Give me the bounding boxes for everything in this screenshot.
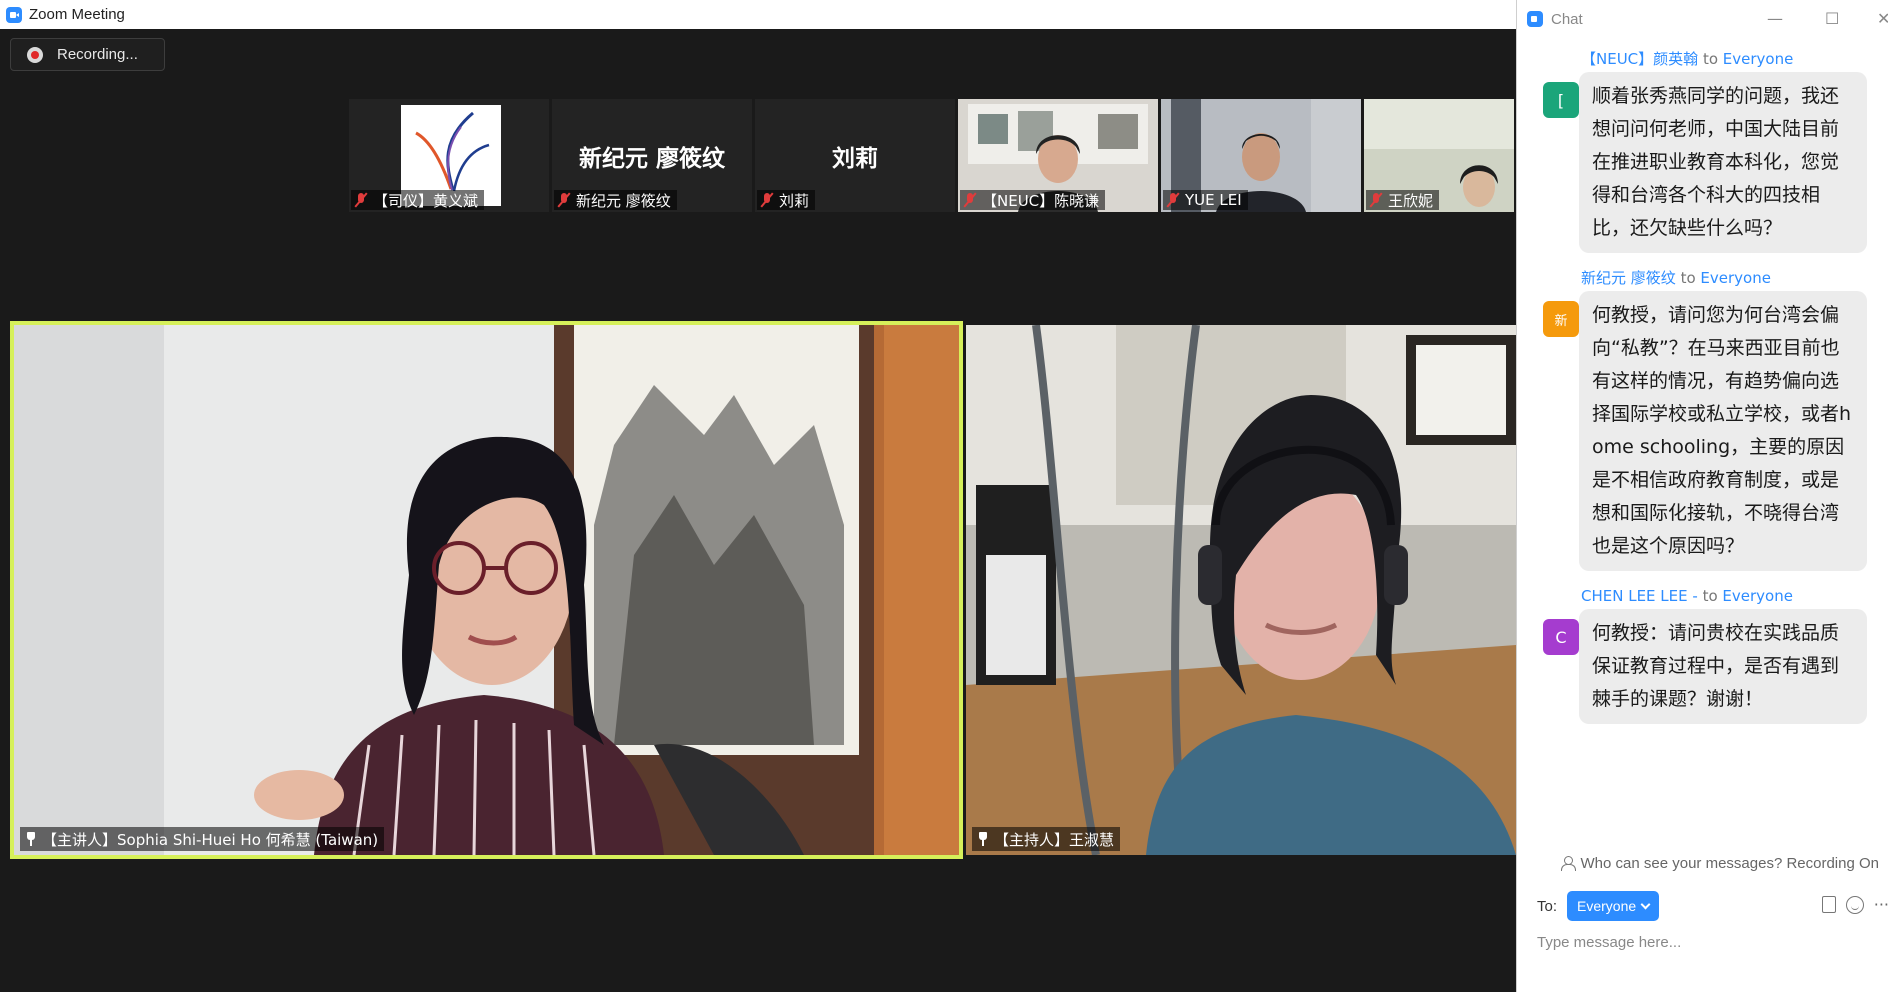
participant-display-name: 刘莉 bbox=[832, 146, 878, 172]
speaker-name: 【主讲人】Sophia Shi-Huei Ho 何希慧 (Taiwan) bbox=[42, 830, 379, 849]
chat-message: CHEN LEE LEE - to Everyone C 何教授：请问贵校在实践… bbox=[1517, 585, 1888, 724]
gallery-strip: 【司仪】黄义斌 新纪元 廖筱纹 新纪元 廖筱纹 刘莉 刘莉 【NEUC】陈晓谦 … bbox=[349, 99, 1514, 212]
zoom-app: Zoom Meeting Recording... 【司仪】黄义斌 新纪元 廖筱… bbox=[0, 0, 1888, 992]
emoji-icon[interactable] bbox=[1845, 896, 1864, 914]
participant-tile[interactable]: 王欣妮 bbox=[1364, 99, 1514, 212]
mic-muted-icon bbox=[761, 193, 773, 207]
message-bubble: 何教授：请问贵校在实践品质保证教育过程中，是否有遇到棘手的课题？谢谢！ bbox=[1579, 609, 1867, 724]
message-to-word: to bbox=[1680, 269, 1696, 287]
pin-icon bbox=[26, 832, 36, 846]
message-sender[interactable]: CHEN LEE LEE - bbox=[1581, 587, 1698, 605]
host-name-label: 【主持人】王淑慧 bbox=[972, 827, 1121, 851]
maximize-icon[interactable]: ☐ bbox=[1825, 9, 1839, 28]
participant-tile[interactable]: 【司仪】黄义斌 bbox=[349, 99, 549, 212]
message-header: 新纪元 廖筱纹 to Everyone bbox=[1581, 267, 1888, 289]
mic-muted-icon bbox=[355, 193, 367, 207]
mic-muted-icon bbox=[964, 193, 976, 207]
chat-message-list[interactable]: 【NEUC】颜英翰 to Everyone [ 顺着张秀燕同学的问题，我还想问问… bbox=[1517, 48, 1888, 848]
message-bubble: 何教授，请问您为何台湾会偏向“私教”？在马来西亚目前也有这样的情况，有趋势偏向选… bbox=[1579, 291, 1867, 571]
participant-name-label: 【NEUC】陈晓谦 bbox=[960, 190, 1106, 210]
more-icon[interactable]: ··· bbox=[1874, 896, 1888, 914]
participant-name: 王欣妮 bbox=[1388, 191, 1434, 210]
minimize-icon[interactable]: — bbox=[1767, 9, 1783, 28]
message-visibility-notice[interactable]: Who can see your messages? Recording On bbox=[1517, 850, 1888, 876]
compose-toolbar: To: Everyone ··· bbox=[1517, 890, 1888, 922]
avatar: 新 bbox=[1543, 301, 1579, 337]
message-sender[interactable]: 新纪元 廖筱纹 bbox=[1581, 269, 1676, 287]
to-label: To: bbox=[1537, 897, 1558, 915]
participant-tile[interactable]: 【NEUC】陈晓谦 bbox=[958, 99, 1158, 212]
participant-name-label: YUE LEI bbox=[1163, 190, 1248, 210]
chat-title: Chat bbox=[1551, 10, 1583, 28]
zoom-logo-icon bbox=[1527, 11, 1543, 27]
chat-title-bar: Chat — ☐ ✕ bbox=[1517, 0, 1888, 38]
chevron-down-icon bbox=[1640, 899, 1651, 909]
mic-muted-icon bbox=[558, 193, 570, 207]
avatar: [ bbox=[1543, 82, 1579, 118]
participant-name: 新纪元 廖筱纹 bbox=[576, 191, 671, 210]
message-sender[interactable]: 【NEUC】颜英翰 bbox=[1581, 50, 1698, 68]
message-recipient[interactable]: Everyone bbox=[1722, 587, 1793, 605]
message-header: CHEN LEE LEE - to Everyone bbox=[1581, 585, 1888, 607]
participant-tile[interactable]: YUE LEI bbox=[1161, 99, 1361, 212]
participant-tile[interactable]: 刘莉 刘莉 bbox=[755, 99, 955, 212]
file-icon[interactable] bbox=[1821, 896, 1836, 913]
mic-muted-icon bbox=[1370, 193, 1382, 207]
participant-name-label: 新纪元 廖筱纹 bbox=[554, 190, 677, 210]
compose-tools: ··· bbox=[1821, 896, 1888, 914]
recipient-dropdown[interactable]: Everyone bbox=[1567, 891, 1660, 921]
message-header: 【NEUC】颜英翰 to Everyone bbox=[1581, 48, 1888, 70]
active-speaker-video[interactable]: 【主讲人】Sophia Shi-Huei Ho 何希慧 (Taiwan) bbox=[10, 321, 963, 859]
host-video-feed bbox=[966, 325, 1516, 855]
participant-display-name: 新纪元 廖筱纹 bbox=[578, 146, 725, 172]
recording-label: Recording... bbox=[57, 46, 138, 63]
message-recipient[interactable]: Everyone bbox=[1723, 50, 1794, 68]
recipient-value: Everyone bbox=[1577, 898, 1637, 914]
participant-name-label: 刘莉 bbox=[757, 190, 816, 210]
chat-panel: Chat — ☐ ✕ 【NEUC】颜英翰 to Everyone [ 顺着张秀燕… bbox=[1516, 0, 1888, 992]
participant-name: 【NEUC】陈晓谦 bbox=[982, 191, 1100, 210]
window-title: Zoom Meeting bbox=[29, 6, 125, 23]
message-to-word: to bbox=[1702, 50, 1718, 68]
participant-name-label: 王欣妮 bbox=[1366, 190, 1440, 210]
zoom-logo-icon bbox=[6, 6, 22, 23]
chat-message: 新纪元 廖筱纹 to Everyone 新 何教授，请问您为何台湾会偏向“私教”… bbox=[1517, 267, 1888, 571]
speaker-name-label: 【主讲人】Sophia Shi-Huei Ho 何希慧 (Taiwan) bbox=[20, 827, 385, 851]
close-icon[interactable]: ✕ bbox=[1877, 9, 1888, 28]
host-video[interactable]: 【主持人】王淑慧 bbox=[966, 325, 1516, 855]
meeting-window: Zoom Meeting Recording... 【司仪】黄义斌 新纪元 廖筱… bbox=[0, 0, 1516, 992]
mic-muted-icon bbox=[1167, 193, 1179, 207]
participant-tile[interactable]: 新纪元 廖筱纹 新纪元 廖筱纹 bbox=[552, 99, 752, 212]
pin-icon bbox=[978, 832, 988, 846]
participant-name: 【司仪】黄义斌 bbox=[373, 191, 479, 210]
participant-name: YUE LEI bbox=[1185, 191, 1242, 209]
recording-icon bbox=[27, 46, 43, 63]
recording-indicator[interactable]: Recording... bbox=[10, 38, 165, 71]
chat-message: 【NEUC】颜英翰 to Everyone [ 顺着张秀燕同学的问题，我还想问问… bbox=[1517, 48, 1888, 253]
avatar: C bbox=[1543, 619, 1579, 655]
participant-name-label: 【司仪】黄义斌 bbox=[351, 190, 485, 210]
person-icon bbox=[1560, 856, 1576, 871]
host-name: 【主持人】王淑慧 bbox=[994, 830, 1115, 849]
message-bubble: 顺着张秀燕同学的问题，我还想问问何老师，中国大陆目前在推进职业教育本科化，您觉得… bbox=[1579, 72, 1867, 253]
visibility-text: Who can see your messages? Recording On bbox=[1580, 854, 1879, 872]
message-input[interactable] bbox=[1537, 930, 1877, 954]
title-bar: Zoom Meeting bbox=[0, 0, 1516, 29]
message-to-word: to bbox=[1702, 587, 1718, 605]
message-recipient[interactable]: Everyone bbox=[1700, 269, 1771, 287]
participant-name: 刘莉 bbox=[779, 191, 810, 210]
speaker-video-feed bbox=[14, 325, 959, 855]
